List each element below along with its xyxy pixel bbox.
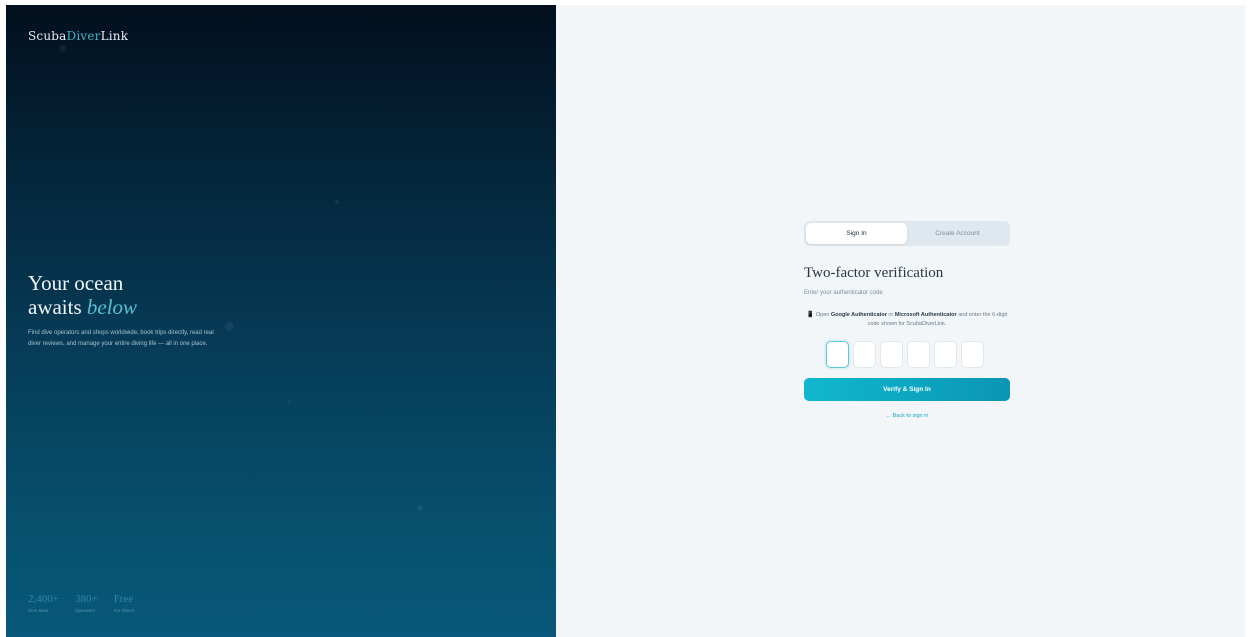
otp-digit-3[interactable] <box>880 341 903 368</box>
stat-label: Operators <box>74 608 95 613</box>
auth-panel: Sign In Create Account Two-factor verifi… <box>556 5 1245 637</box>
hero-description: Find dive operators and shops worldwide,… <box>28 330 214 347</box>
otp-digit-6[interactable] <box>961 341 984 368</box>
hero-headline: Your ocean awaits below <box>28 271 137 319</box>
bubble-decoration <box>335 200 339 204</box>
otp-digit-4[interactable] <box>907 341 930 368</box>
tab-create-account[interactable]: Create Account <box>907 223 1008 244</box>
auth-page: ScubaDiverLink Your ocean awaits below F… <box>6 5 1245 637</box>
phone-icon: 📱 <box>806 312 815 318</box>
hero-headline-line1: Your ocean <box>28 271 124 295</box>
hero-panel: ScubaDiverLink Your ocean awaits below F… <box>6 5 556 637</box>
bubble-decoration <box>288 400 291 403</box>
stat-value: 380+ <box>74 593 98 605</box>
page-title: Two-factor verification <box>804 265 944 281</box>
brand-logo-part2: Diver <box>66 29 101 43</box>
stat-value: Free <box>113 593 134 605</box>
stat-dive-sites: 2,400+ Dive Sites <box>28 593 59 613</box>
hero-headline-emphasis: below <box>86 295 138 319</box>
tab-sign-in[interactable]: Sign In <box>806 223 907 244</box>
bubble-decoration <box>225 322 234 331</box>
bubble-decoration <box>59 45 66 52</box>
stat-operators: 380+ Operators <box>75 593 98 613</box>
hint-app-google: Google Authenticator <box>830 312 887 318</box>
stat-free: Free For Divers <box>114 593 135 613</box>
verify-sign-in-button[interactable]: Verify & Sign In <box>804 378 1010 401</box>
bubble-decoration <box>417 505 423 511</box>
authenticator-hint: 📱 Open Google Authenticator or Microsoft… <box>804 311 1010 329</box>
stat-label: Dive Sites <box>28 608 49 613</box>
brand-logo-part1: Scuba <box>28 29 67 43</box>
hint-app-microsoft: Microsoft Authenticator <box>894 312 957 318</box>
hero-headline-line2: awaits <box>28 295 82 319</box>
otp-code-inputs <box>826 341 984 368</box>
brand-logo[interactable]: ScubaDiverLink <box>28 29 128 43</box>
hero-stats: 2,400+ Dive Sites 380+ Operators Free Fo… <box>28 593 134 613</box>
back-to-sign-in-link[interactable]: ← Back to sign in <box>804 413 1010 419</box>
page-subtitle: Enter your authenticator code <box>804 290 883 296</box>
otp-digit-1[interactable] <box>826 341 849 368</box>
stat-label: For Divers <box>113 608 135 613</box>
otp-digit-5[interactable] <box>934 341 957 368</box>
hint-prefix: Open <box>815 312 830 318</box>
stat-value: 2,400+ <box>28 593 59 605</box>
brand-logo-part3: Link <box>100 29 129 43</box>
otp-digit-2[interactable] <box>853 341 876 368</box>
hint-or: or <box>888 312 894 318</box>
auth-tabs: Sign In Create Account <box>804 221 1010 246</box>
